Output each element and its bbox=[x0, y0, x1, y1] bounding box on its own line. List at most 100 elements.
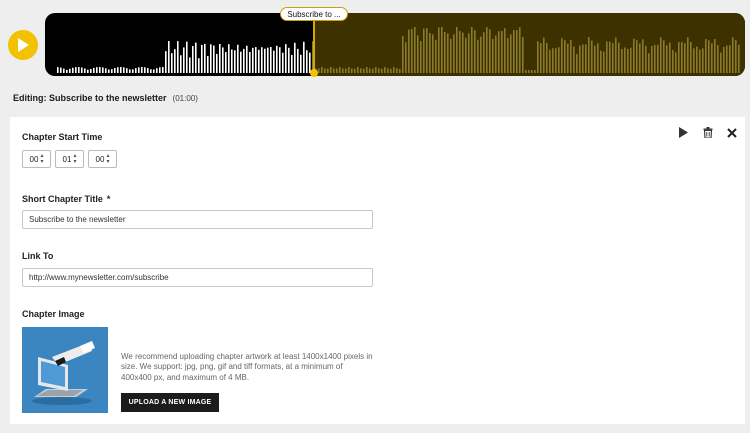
waveform-bar-115 bbox=[402, 36, 404, 73]
waveform-bar-113 bbox=[396, 68, 398, 73]
waveform-bar-151 bbox=[510, 34, 512, 73]
waveform-bar-103 bbox=[366, 67, 368, 73]
waveform-bar-172 bbox=[573, 46, 575, 73]
waveform-bar-66 bbox=[255, 47, 257, 73]
waveform-bar-186 bbox=[615, 37, 617, 73]
upload-image-button[interactable]: UPLOAD A NEW IMAGE bbox=[121, 393, 219, 412]
waveform-bar-31 bbox=[150, 69, 152, 73]
waveform-bar-44 bbox=[189, 57, 191, 73]
minutes-select[interactable]: 01 ▴ ▾ bbox=[55, 150, 84, 168]
waveform-bar-2 bbox=[63, 68, 65, 73]
waveform-bar-68 bbox=[261, 47, 263, 73]
waveform-bar-67 bbox=[258, 49, 260, 73]
waveform-bar-30 bbox=[147, 68, 149, 73]
waveform-bar-51 bbox=[210, 44, 212, 73]
waveform-bar-187 bbox=[618, 42, 620, 73]
waveform-bar-175 bbox=[582, 44, 584, 73]
waveform-bar-162 bbox=[543, 37, 545, 73]
waveform-bar-202 bbox=[663, 40, 665, 73]
link-to-input[interactable] bbox=[22, 268, 373, 287]
chevron-updown-icon: ▴ ▾ bbox=[40, 153, 44, 165]
waveform-bar-53 bbox=[216, 53, 218, 73]
waveform-bar-211 bbox=[690, 42, 692, 73]
waveform-bar-221 bbox=[720, 52, 722, 73]
waveform-bar-133 bbox=[456, 27, 458, 73]
waveform-bar-87 bbox=[318, 68, 320, 73]
waveform-bar-149 bbox=[504, 28, 506, 73]
waveform-bar-64 bbox=[249, 52, 251, 73]
waveform-bar-144 bbox=[489, 29, 491, 73]
waveform-bar-0 bbox=[57, 67, 59, 73]
waveform-bar-203 bbox=[666, 45, 668, 73]
chapter-title-input[interactable] bbox=[22, 210, 373, 229]
waveform-bar-194 bbox=[639, 43, 641, 73]
waveform-bar-206 bbox=[675, 52, 677, 73]
waveform-bar-141 bbox=[480, 36, 482, 73]
waveform-bar-148 bbox=[501, 31, 503, 74]
chapter-marker-line[interactable] bbox=[313, 18, 315, 74]
link-to-label: Link To bbox=[22, 251, 54, 261]
waveform-bar-196 bbox=[645, 45, 647, 73]
hours-select[interactable]: 00 ▴ ▾ bbox=[22, 150, 51, 168]
waveform-bar-137 bbox=[468, 33, 470, 73]
waveform-bar-223 bbox=[726, 45, 728, 73]
waveform-bar-22 bbox=[123, 67, 125, 73]
waveform-bar-89 bbox=[324, 68, 326, 73]
waveform-bar-102 bbox=[363, 68, 365, 73]
waveform-bar-121 bbox=[420, 41, 422, 73]
waveform-bar-199 bbox=[654, 44, 656, 73]
waveform-bar-217 bbox=[708, 40, 710, 73]
waveform-bar-169 bbox=[564, 40, 566, 73]
preview-play-button[interactable] bbox=[678, 127, 689, 138]
waveform-bar-50 bbox=[207, 56, 209, 73]
waveform-bar-14 bbox=[99, 67, 101, 73]
waveform-bar-164 bbox=[549, 49, 551, 73]
waveform-bar-79 bbox=[294, 42, 296, 73]
waveform-timeline[interactable] bbox=[45, 13, 745, 76]
waveform-bar-157 bbox=[528, 70, 530, 73]
waveform-bar-36 bbox=[165, 51, 167, 73]
waveform-bar-218 bbox=[711, 43, 713, 73]
required-mark: * bbox=[106, 194, 111, 204]
editing-duration: (01:00) bbox=[172, 94, 198, 103]
waveform-bar-205 bbox=[672, 49, 674, 73]
waveform-bar-163 bbox=[546, 43, 548, 73]
waveform-bar-219 bbox=[714, 38, 716, 73]
waveform-bar-33 bbox=[156, 68, 158, 73]
start-time-selects: 00 ▴ ▾ 01 ▴ ▾ 00 ▴ ▾ bbox=[22, 150, 117, 168]
waveform-bar-11 bbox=[90, 68, 92, 73]
waveform-bar-27 bbox=[138, 67, 140, 73]
waveform-bar-21 bbox=[120, 67, 122, 73]
waveform-bar-94 bbox=[339, 67, 341, 73]
waveform-bar-32 bbox=[153, 69, 155, 73]
delete-chapter-button[interactable] bbox=[703, 127, 713, 138]
waveform-bar-222 bbox=[723, 46, 725, 73]
waveform-bar-117 bbox=[408, 29, 410, 74]
waveform-bar-98 bbox=[351, 68, 353, 73]
seconds-select[interactable]: 00 ▴ ▾ bbox=[88, 150, 117, 168]
waveform-bar-92 bbox=[333, 68, 335, 73]
waveform-bar-195 bbox=[642, 39, 644, 73]
waveform-bar-156 bbox=[525, 70, 527, 73]
waveform-bar-139 bbox=[474, 30, 476, 74]
waveform-bar-166 bbox=[555, 48, 557, 73]
close-editor-button[interactable] bbox=[727, 127, 737, 138]
waveform-bar-192 bbox=[633, 38, 635, 73]
chapter-marker-label[interactable]: Subscribe to ... bbox=[280, 7, 348, 21]
waveform-bar-54 bbox=[219, 44, 221, 73]
main-play-button[interactable] bbox=[8, 30, 38, 60]
chapter-image-label: Chapter Image bbox=[22, 309, 85, 319]
trash-icon bbox=[703, 127, 713, 138]
waveform-bar-26 bbox=[135, 68, 137, 73]
chapter-marker-handle[interactable] bbox=[310, 69, 318, 77]
waveform-bar-10 bbox=[87, 69, 89, 73]
waveform-bar-4 bbox=[69, 68, 71, 73]
waveform-bar-154 bbox=[519, 27, 521, 73]
waveform-bar-183 bbox=[606, 41, 608, 73]
waveform-bar-123 bbox=[426, 28, 428, 73]
waveform-bar-93 bbox=[336, 68, 338, 73]
waveform-bar-12 bbox=[93, 67, 95, 73]
waveform-bar-56 bbox=[225, 51, 227, 73]
laptop-artwork bbox=[32, 341, 95, 405]
waveform-bar-111 bbox=[390, 68, 392, 73]
